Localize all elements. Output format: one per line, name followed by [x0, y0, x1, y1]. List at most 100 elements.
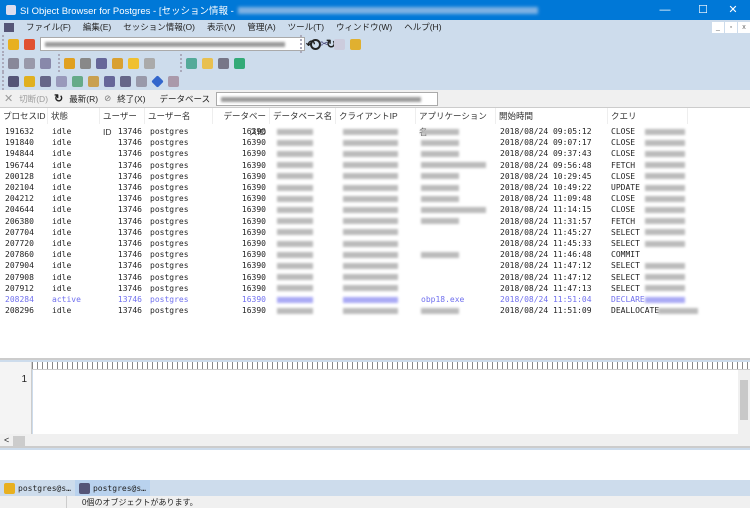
menu-edit[interactable]: 編集(E)	[83, 21, 111, 33]
tablespace-icon[interactable]	[128, 57, 139, 69]
table-row[interactable]: 208296 idle 13746 postgres 16390 2018/08/24 1…	[0, 305, 750, 316]
table-icon[interactable]	[8, 75, 19, 87]
disconnect-icon[interactable]	[24, 38, 35, 50]
cell-user: postgres	[150, 216, 189, 226]
maximize-button[interactable]: ☐	[686, 0, 720, 20]
window-icon[interactable]	[40, 57, 51, 69]
undo-icon[interactable]: ↶	[306, 38, 315, 51]
redacted-app	[421, 160, 486, 171]
mdi-minimize-button[interactable]: _	[712, 22, 724, 33]
database-icon[interactable]	[80, 57, 91, 69]
horizontal-scrollbar[interactable]: <	[0, 434, 750, 448]
cell-uid: 13746	[117, 283, 142, 293]
sql-icon[interactable]	[8, 57, 19, 69]
type-icon[interactable]	[151, 74, 164, 88]
table-row[interactable]: 191840 idle 13746 postgres 16390 2018/08/24 0…	[0, 137, 750, 148]
table-row[interactable]: 202104 idle 13746 postgres 16390 2018/08/24 1…	[0, 182, 750, 193]
disconnect-button[interactable]: 切断(D)	[19, 93, 48, 105]
cell-uid: 13746	[117, 239, 142, 248]
mdi-restore-button[interactable]: ▫	[725, 22, 737, 33]
table-row[interactable]: 207904 idle 13746 postgres 16390 2018/08/24 1…	[0, 260, 750, 271]
cell-dbid: 16390	[241, 227, 266, 237]
menu-window[interactable]: ウィンドウ(W)	[336, 21, 392, 33]
table-row[interactable]: 208284 active 13746 postgres 16390 obp18.exe 2…	[0, 294, 750, 305]
copy-icon[interactable]	[333, 38, 345, 50]
mdi-close-button[interactable]: x	[738, 22, 750, 33]
cut-icon[interactable]: ✂	[320, 39, 328, 50]
object-icon[interactable]	[144, 57, 155, 69]
table-row[interactable]: 207908 idle 13746 postgres 16390 2018/08/24 1…	[0, 272, 750, 283]
table-row[interactable]: 200128 idle 13746 postgres 16390 2018/08/24 1…	[0, 171, 750, 182]
paste-icon[interactable]	[349, 38, 361, 50]
user-icon[interactable]	[64, 57, 75, 69]
col-state[interactable]: 状態	[48, 108, 100, 124]
cell-dbid: 16390	[241, 306, 266, 316]
cell-query: UPDATE	[611, 183, 640, 192]
compare-icon[interactable]	[218, 57, 229, 69]
connect-icon[interactable]	[8, 38, 19, 50]
redacted-client-ip	[343, 249, 398, 260]
col-pid[interactable]: プロセスID	[0, 108, 48, 124]
procedure-icon[interactable]	[104, 75, 115, 87]
cell-user: postgres	[150, 138, 189, 148]
col-dbid[interactable]: データベースID	[213, 108, 270, 137]
table-row[interactable]: 194844 idle 13746 postgres 16390 2018/08/24 0…	[0, 148, 750, 159]
tab-object-browser[interactable]: postgres@s…	[0, 480, 75, 496]
close-button[interactable]: ✕	[716, 0, 750, 20]
export-icon[interactable]	[186, 57, 197, 69]
col-query[interactable]: クエリ	[608, 108, 688, 124]
redacted-dbname	[277, 126, 313, 137]
table-row[interactable]: 204644 idle 13746 postgres 16390 2018/08/24 1…	[0, 204, 750, 215]
table-row[interactable]: 206380 idle 13746 postgres 16390 2018/08/24 1…	[0, 216, 750, 227]
sql-editor[interactable]	[33, 370, 738, 434]
session-icon[interactable]	[96, 57, 107, 69]
connection-select[interactable]	[40, 37, 305, 51]
terminate-button[interactable]: 終了(X)	[117, 93, 145, 105]
vertical-scrollbar[interactable]	[738, 370, 750, 434]
menu-file[interactable]: ファイル(F)	[26, 21, 71, 33]
table-row[interactable]: 191632 idle 13746 postgres 16390 2018/08/24 0…	[0, 126, 750, 137]
trigger-icon[interactable]	[120, 75, 131, 87]
cell-user: postgres	[150, 250, 189, 260]
menu-tools[interactable]: ツール(T)	[288, 21, 324, 33]
refresh-button[interactable]: 最新(R)	[69, 93, 98, 105]
col-userid[interactable]: ユーザーID	[100, 108, 145, 137]
col-username[interactable]: ユーザー名	[145, 108, 213, 124]
function-icon[interactable]	[88, 75, 99, 87]
minimize-button[interactable]: —	[648, 0, 682, 20]
redacted-dbname	[277, 283, 313, 294]
database-select[interactable]	[216, 91, 439, 106]
key-icon[interactable]	[24, 75, 35, 87]
table-row[interactable]: 207860 idle 13746 postgres 16390 2018/08/24 1…	[0, 249, 750, 260]
col-dbname[interactable]: データベース名	[270, 108, 336, 124]
cell-start: 2018/08/24 11:51:09	[500, 306, 592, 316]
document-icon[interactable]	[202, 57, 213, 69]
menu-help[interactable]: ヘルプ(H)	[404, 21, 441, 33]
col-start[interactable]: 開始時間	[496, 108, 608, 124]
column-ruler	[32, 362, 750, 370]
session-grid[interactable]: プロセスID 状態 ユーザーID ユーザー名 データベースID データベース名 …	[0, 108, 750, 360]
cell-start: 2018/08/24 11:47:13	[500, 283, 592, 293]
tab-session-info[interactable]: postgres@s…	[74, 480, 150, 496]
lock-icon[interactable]	[112, 57, 123, 69]
redacted-dbname	[277, 182, 313, 193]
table-row[interactable]: 207720 idle 13746 postgres 16390 2018/08/24 1…	[0, 238, 750, 249]
index-icon[interactable]	[56, 75, 67, 87]
scroll-left-icon[interactable]: <	[4, 435, 9, 445]
cell-uid: 13746	[117, 149, 142, 159]
table-row[interactable]: 204212 idle 13746 postgres 16390 2018/08/24 1…	[0, 193, 750, 204]
view-icon[interactable]	[40, 75, 51, 87]
form-icon[interactable]	[24, 57, 35, 69]
menu-session[interactable]: セッション情報(O)	[123, 21, 195, 33]
package-icon[interactable]	[136, 75, 147, 87]
col-client-ip[interactable]: クライアントIP	[336, 108, 416, 124]
table-row[interactable]: 207912 idle 13746 postgres 16390 2018/08/24 1…	[0, 283, 750, 294]
import-icon[interactable]	[234, 57, 245, 69]
menu-admin[interactable]: 管理(A)	[247, 21, 275, 33]
menu-view[interactable]: 表示(V)	[207, 21, 235, 33]
sequence-icon[interactable]	[168, 75, 179, 87]
col-app[interactable]: アプリケーション名	[416, 108, 496, 137]
table-row[interactable]: 196744 idle 13746 postgres 16390 2018/08/24 0…	[0, 160, 750, 171]
table-row[interactable]: 207704 idle 13746 postgres 16390 2018/08/24 1…	[0, 227, 750, 238]
tree-icon[interactable]	[72, 75, 83, 87]
